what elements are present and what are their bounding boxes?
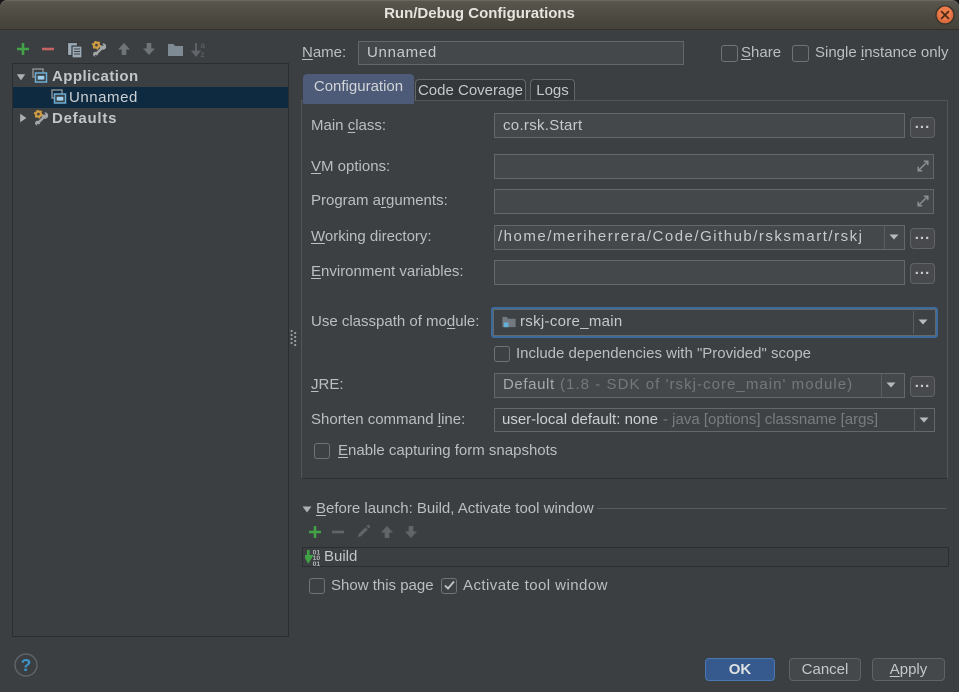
svg-text:?: ?	[21, 655, 32, 675]
svg-text:01: 01	[313, 561, 321, 567]
svg-text:z: z	[201, 50, 205, 58]
svg-text:a: a	[201, 41, 206, 50]
